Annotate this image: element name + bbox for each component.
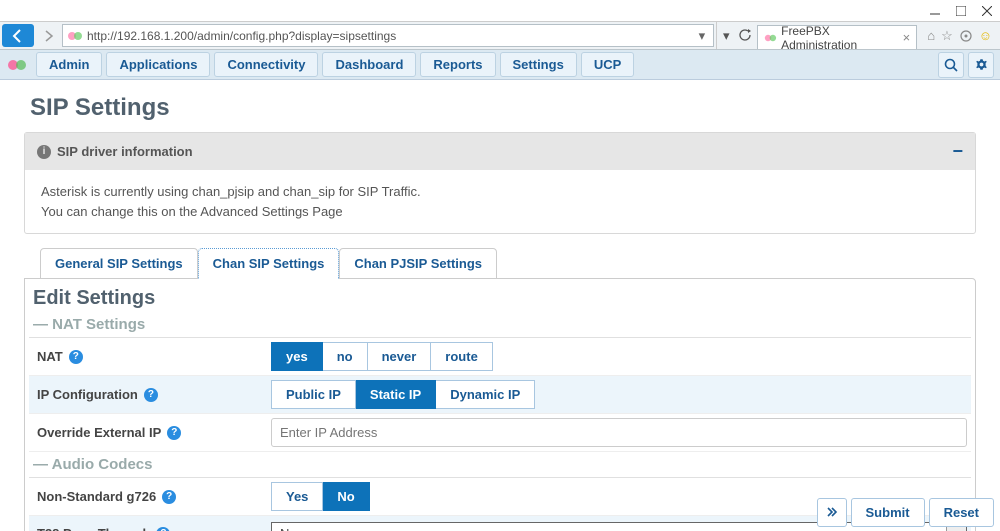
action-bar: Submit Reset xyxy=(817,498,994,527)
label-ip-config: IP Configuration xyxy=(37,387,138,402)
info-panel-header[interactable]: i SIP driver information − xyxy=(25,133,975,170)
window-minimize-button[interactable] xyxy=(922,1,948,21)
collapse-icon[interactable]: − xyxy=(952,141,963,162)
gear-icon xyxy=(974,57,989,72)
nav-settings-button[interactable] xyxy=(968,52,994,78)
help-icon[interactable]: ? xyxy=(144,388,158,402)
nav-ucp[interactable]: UCP xyxy=(581,52,634,77)
arrow-left-icon xyxy=(10,28,26,44)
browser-tab-title: FreePBX Administration xyxy=(781,24,899,52)
browser-url-input[interactable] xyxy=(87,29,695,43)
action-expand-button[interactable] xyxy=(817,498,847,527)
window-maximize-button[interactable] xyxy=(948,1,974,21)
row-override-ip: Override External IP? xyxy=(29,414,971,452)
label-g726: Non-Standard g726 xyxy=(37,489,156,504)
info-text-1: Asterisk is currently using chan_pjsip a… xyxy=(41,182,959,202)
favorites-icon[interactable]: ☆ xyxy=(941,28,953,44)
smiley-icon[interactable]: ☺ xyxy=(979,28,992,43)
browser-refresh-button[interactable] xyxy=(733,22,757,49)
info-text-2: You can change this on the Advanced Sett… xyxy=(41,202,959,222)
home-icon[interactable]: ⌂ xyxy=(927,28,935,43)
help-icon[interactable]: ? xyxy=(69,350,83,364)
url-dropdown-icon[interactable]: ▾ xyxy=(695,28,710,44)
chevron-right-icon xyxy=(826,507,838,517)
main-content: SIP Settings i SIP driver information − … xyxy=(0,80,1000,531)
app-logo-icon[interactable] xyxy=(6,54,28,76)
nav-connectivity[interactable]: Connectivity xyxy=(214,52,318,77)
browser-forward-button[interactable] xyxy=(36,22,62,49)
arrow-right-icon xyxy=(42,29,56,43)
g726-yes[interactable]: Yes xyxy=(271,482,323,511)
nav-reports[interactable]: Reports xyxy=(420,52,495,77)
nat-option-no[interactable]: no xyxy=(323,342,368,371)
window-titlebar xyxy=(0,0,1000,22)
ipcfg-static[interactable]: Static IP xyxy=(356,380,436,409)
tab-chan-sip[interactable]: Chan SIP Settings xyxy=(198,248,340,279)
ipcfg-dynamic[interactable]: Dynamic IP xyxy=(436,380,535,409)
settings-gear-icon[interactable] xyxy=(959,29,973,43)
search-icon xyxy=(944,58,958,72)
section-audio-heading[interactable]: Audio Codecs xyxy=(29,452,971,478)
ipcfg-public[interactable]: Public IP xyxy=(271,380,356,409)
row-ip-config: IP Configuration? Public IP Static IP Dy… xyxy=(29,376,971,414)
settings-tabs: General SIP Settings Chan SIP Settings C… xyxy=(40,248,970,279)
help-icon[interactable]: ? xyxy=(156,527,170,531)
edit-settings-title: Edit Settings xyxy=(29,283,971,312)
g726-button-group: Yes No xyxy=(271,482,370,511)
reset-button[interactable]: Reset xyxy=(929,498,994,527)
tab-chan-pjsip[interactable]: Chan PJSIP Settings xyxy=(339,248,497,279)
g726-no[interactable]: No xyxy=(323,482,369,511)
info-panel-title: SIP driver information xyxy=(57,144,193,159)
tab-close-button[interactable]: × xyxy=(903,30,911,45)
tab-panel: Edit Settings NAT Settings NAT? yes no n… xyxy=(24,278,976,531)
tab-general-sip[interactable]: General SIP Settings xyxy=(40,248,198,279)
nat-option-yes[interactable]: yes xyxy=(271,342,323,371)
favicon-icon xyxy=(764,32,777,44)
nav-dashboard[interactable]: Dashboard xyxy=(322,52,416,77)
ipcfg-button-group: Public IP Static IP Dynamic IP xyxy=(271,380,535,409)
info-panel: i SIP driver information − Asterisk is c… xyxy=(24,132,976,234)
label-override-ip: Override External IP xyxy=(37,425,161,440)
override-ip-input[interactable] xyxy=(271,418,967,447)
help-icon[interactable]: ? xyxy=(162,490,176,504)
row-nat: NAT? yes no never route xyxy=(29,338,971,376)
browser-back-button[interactable] xyxy=(2,24,34,47)
window-close-button[interactable] xyxy=(974,1,1000,21)
browser-search-icon[interactable]: ▾ xyxy=(716,22,733,49)
nat-option-never[interactable]: never xyxy=(368,342,432,371)
submit-button[interactable]: Submit xyxy=(851,498,925,527)
help-icon[interactable]: ? xyxy=(167,426,181,440)
nat-option-route[interactable]: route xyxy=(431,342,493,371)
page-title: SIP Settings xyxy=(30,94,976,122)
nat-button-group: yes no never route xyxy=(271,342,493,371)
favicon-icon xyxy=(67,29,83,43)
nav-admin[interactable]: Admin xyxy=(36,52,102,77)
refresh-icon xyxy=(739,29,752,42)
info-icon: i xyxy=(37,145,51,159)
browser-tab[interactable]: FreePBX Administration × xyxy=(757,25,917,49)
nav-search-button[interactable] xyxy=(938,52,964,78)
browser-address-bar: ▾ ▾ FreePBX Administration × ⌂ ☆ ☺ xyxy=(0,22,1000,50)
nav-applications[interactable]: Applications xyxy=(106,52,210,77)
nav-settings[interactable]: Settings xyxy=(500,52,577,77)
section-nat-heading[interactable]: NAT Settings xyxy=(29,312,971,338)
info-panel-body: Asterisk is currently using chan_pjsip a… xyxy=(25,170,975,233)
browser-url-box[interactable]: ▾ xyxy=(62,24,714,47)
label-nat: NAT xyxy=(37,349,63,364)
label-t38: T38 Pass-Through xyxy=(37,526,150,531)
app-nav-bar: Admin Applications Connectivity Dashboar… xyxy=(0,50,1000,80)
